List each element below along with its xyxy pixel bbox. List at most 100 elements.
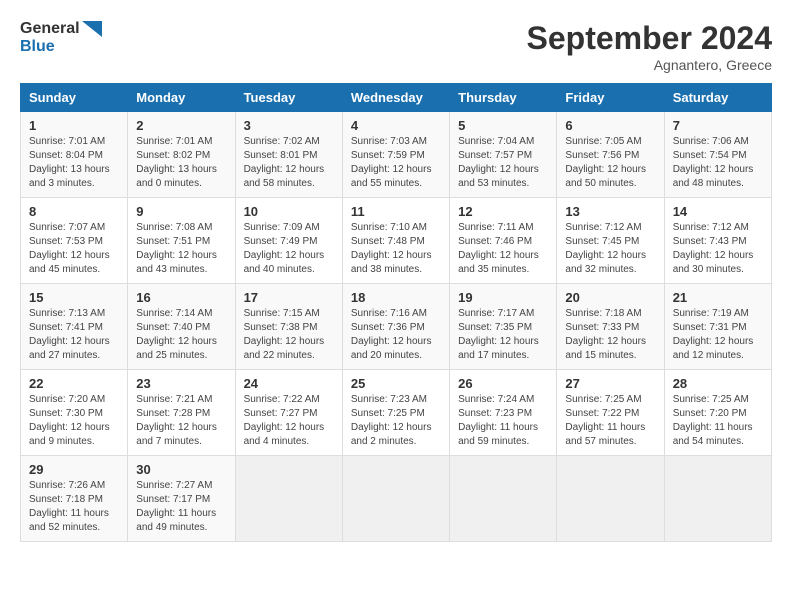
- table-cell: 26 Sunrise: 7:24 AMSunset: 7:23 PMDayligh…: [450, 370, 557, 456]
- table-cell: 18 Sunrise: 7:16 AMSunset: 7:36 PMDayligh…: [342, 284, 449, 370]
- table-cell: 10 Sunrise: 7:09 AMSunset: 7:49 PMDayligh…: [235, 198, 342, 284]
- day-number: 21: [673, 290, 763, 305]
- table-cell: [342, 456, 449, 542]
- location-title: Agnantero, Greece: [527, 57, 772, 73]
- day-number: 17: [244, 290, 334, 305]
- day-number: 29: [29, 462, 119, 477]
- day-info: Sunrise: 7:07 AMSunset: 7:53 PMDaylight:…: [29, 221, 119, 277]
- day-info: Sunrise: 7:04 AMSunset: 7:57 PMDaylight:…: [458, 135, 548, 191]
- table-cell: 29Sunrise: 7:26 AMSunset: 7:18 PMDayligh…: [21, 456, 128, 542]
- table-cell: [557, 456, 664, 542]
- day-info: Sunrise: 7:19 AMSunset: 7:31 PMDaylight:…: [673, 307, 763, 363]
- logo-svg: General Blue: [20, 20, 102, 55]
- logo-line2: Blue: [20, 38, 102, 56]
- day-info: Sunrise: 7:08 AMSunset: 7:51 PMDaylight:…: [136, 221, 226, 277]
- table-cell: 30Sunrise: 7:27 AMSunset: 7:17 PMDayligh…: [128, 456, 235, 542]
- day-info: Sunrise: 7:01 AMSunset: 8:02 PMDaylight:…: [136, 135, 226, 191]
- day-info: Sunrise: 7:15 AMSunset: 7:38 PMDaylight:…: [244, 307, 334, 363]
- day-info: Sunrise: 7:09 AMSunset: 7:49 PMDaylight:…: [244, 221, 334, 277]
- col-saturday: Saturday: [664, 84, 771, 112]
- table-cell: 17 Sunrise: 7:15 AMSunset: 7:38 PMDayligh…: [235, 284, 342, 370]
- day-info: Sunrise: 7:23 AMSunset: 7:25 PMDaylight:…: [351, 393, 441, 449]
- header: General Blue September 2024 Agnantero, G…: [20, 20, 772, 73]
- day-number: 11: [351, 204, 441, 219]
- day-number: 12: [458, 204, 548, 219]
- calendar-body: 1 Sunrise: 7:01 AMSunset: 8:04 PMDaylight…: [21, 112, 772, 542]
- day-number: 14: [673, 204, 763, 219]
- calendar-table: Sunday Monday Tuesday Wednesday Thursday…: [20, 83, 772, 542]
- day-info: Sunrise: 7:12 AMSunset: 7:43 PMDaylight:…: [673, 221, 763, 277]
- day-info: Sunrise: 7:06 AMSunset: 7:54 PMDaylight:…: [673, 135, 763, 191]
- day-info: Sunrise: 7:25 AMSunset: 7:20 PMDaylight:…: [673, 393, 763, 449]
- day-number: 2: [136, 118, 226, 133]
- day-info: Sunrise: 7:14 AMSunset: 7:40 PMDaylight:…: [136, 307, 226, 363]
- day-number: 7: [673, 118, 763, 133]
- day-number: 4: [351, 118, 441, 133]
- day-info: Sunrise: 7:10 AMSunset: 7:48 PMDaylight:…: [351, 221, 441, 277]
- day-number: 1: [29, 118, 119, 133]
- day-number: 9: [136, 204, 226, 219]
- day-number: 8: [29, 204, 119, 219]
- day-number: 3: [244, 118, 334, 133]
- table-row: 8 Sunrise: 7:07 AMSunset: 7:53 PMDaylight…: [21, 198, 772, 284]
- day-info: Sunrise: 7:22 AMSunset: 7:27 PMDaylight:…: [244, 393, 334, 449]
- col-tuesday: Tuesday: [235, 84, 342, 112]
- day-info: Sunrise: 7:24 AMSunset: 7:23 PMDaylight:…: [458, 393, 548, 449]
- table-cell: 5 Sunrise: 7:04 AMSunset: 7:57 PMDaylight…: [450, 112, 557, 198]
- day-info: Sunrise: 7:17 AMSunset: 7:35 PMDaylight:…: [458, 307, 548, 363]
- table-cell: 20Sunrise: 7:18 AMSunset: 7:33 PMDayligh…: [557, 284, 664, 370]
- table-cell: 19 Sunrise: 7:17 AMSunset: 7:35 PMDayligh…: [450, 284, 557, 370]
- table-cell: 27 Sunrise: 7:25 AMSunset: 7:22 PMDayligh…: [557, 370, 664, 456]
- table-row: 15Sunrise: 7:13 AMSunset: 7:41 PMDayligh…: [21, 284, 772, 370]
- table-cell: 7 Sunrise: 7:06 AMSunset: 7:54 PMDaylight…: [664, 112, 771, 198]
- day-number: 24: [244, 376, 334, 391]
- table-cell: 14 Sunrise: 7:12 AMSunset: 7:43 PMDayligh…: [664, 198, 771, 284]
- day-number: 27: [565, 376, 655, 391]
- table-cell: 16 Sunrise: 7:14 AMSunset: 7:40 PMDayligh…: [128, 284, 235, 370]
- day-number: 5: [458, 118, 548, 133]
- table-cell: 12Sunrise: 7:11 AMSunset: 7:46 PMDayligh…: [450, 198, 557, 284]
- table-cell: 8 Sunrise: 7:07 AMSunset: 7:53 PMDaylight…: [21, 198, 128, 284]
- day-info: Sunrise: 7:01 AMSunset: 8:04 PMDaylight:…: [29, 135, 119, 191]
- day-number: 28: [673, 376, 763, 391]
- col-friday: Friday: [557, 84, 664, 112]
- day-number: 18: [351, 290, 441, 305]
- day-number: 13: [565, 204, 655, 219]
- day-info: Sunrise: 7:12 AMSunset: 7:45 PMDaylight:…: [565, 221, 655, 277]
- month-title: September 2024: [527, 20, 772, 57]
- table-cell: 23 Sunrise: 7:21 AMSunset: 7:28 PMDayligh…: [128, 370, 235, 456]
- table-cell: 24 Sunrise: 7:22 AMSunset: 7:27 PMDayligh…: [235, 370, 342, 456]
- day-number: 22: [29, 376, 119, 391]
- table-row: 1 Sunrise: 7:01 AMSunset: 8:04 PMDaylight…: [21, 112, 772, 198]
- day-info: Sunrise: 7:03 AMSunset: 7:59 PMDaylight:…: [351, 135, 441, 191]
- day-number: 20: [565, 290, 655, 305]
- day-number: 16: [136, 290, 226, 305]
- col-monday: Monday: [128, 84, 235, 112]
- day-info: Sunrise: 7:05 AMSunset: 7:56 PMDaylight:…: [565, 135, 655, 191]
- table-cell: 6Sunrise: 7:05 AMSunset: 7:56 PMDaylight…: [557, 112, 664, 198]
- col-sunday: Sunday: [21, 84, 128, 112]
- day-info: Sunrise: 7:25 AMSunset: 7:22 PMDaylight:…: [565, 393, 655, 449]
- logo-line1: General: [20, 20, 102, 38]
- table-cell: [235, 456, 342, 542]
- day-number: 23: [136, 376, 226, 391]
- table-cell: 3Sunrise: 7:02 AMSunset: 8:01 PMDaylight…: [235, 112, 342, 198]
- day-info: Sunrise: 7:21 AMSunset: 7:28 PMDaylight:…: [136, 393, 226, 449]
- table-cell: 13 Sunrise: 7:12 AMSunset: 7:45 PMDayligh…: [557, 198, 664, 284]
- day-number: 19: [458, 290, 548, 305]
- table-cell: 11 Sunrise: 7:10 AMSunset: 7:48 PMDayligh…: [342, 198, 449, 284]
- table-cell: 28 Sunrise: 7:25 AMSunset: 7:20 PMDayligh…: [664, 370, 771, 456]
- table-cell: [450, 456, 557, 542]
- table-row: 22 Sunrise: 7:20 AMSunset: 7:30 PMDayligh…: [21, 370, 772, 456]
- table-cell: 9 Sunrise: 7:08 AMSunset: 7:51 PMDaylight…: [128, 198, 235, 284]
- day-number: 26: [458, 376, 548, 391]
- day-number: 15: [29, 290, 119, 305]
- table-cell: [664, 456, 771, 542]
- day-info: Sunrise: 7:20 AMSunset: 7:30 PMDaylight:…: [29, 393, 119, 449]
- table-cell: 1 Sunrise: 7:01 AMSunset: 8:04 PMDaylight…: [21, 112, 128, 198]
- day-number: 10: [244, 204, 334, 219]
- day-info: Sunrise: 7:16 AMSunset: 7:36 PMDaylight:…: [351, 307, 441, 363]
- day-number: 25: [351, 376, 441, 391]
- table-cell: 22 Sunrise: 7:20 AMSunset: 7:30 PMDayligh…: [21, 370, 128, 456]
- calendar-header-row: Sunday Monday Tuesday Wednesday Thursday…: [21, 84, 772, 112]
